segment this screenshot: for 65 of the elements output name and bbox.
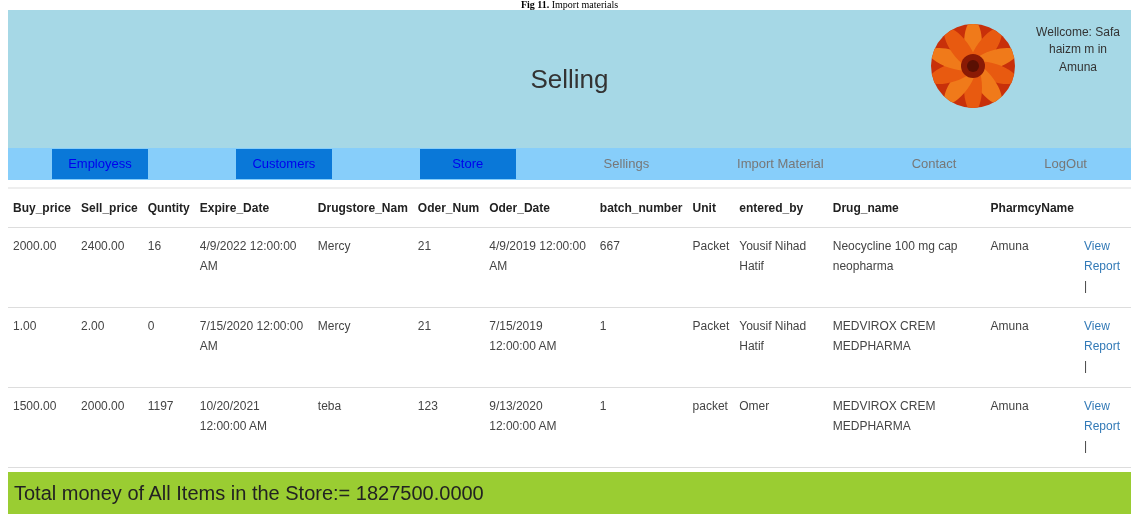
table-cell: 2000.00 — [13, 239, 57, 253]
column-header: entered_by — [734, 188, 828, 228]
table-cell: 1.00 — [13, 319, 37, 333]
nav-link[interactable]: Sellings — [603, 154, 650, 174]
table-cell: 9/13/2020 12:00:00 AM — [489, 399, 557, 433]
figure-caption: Fig 11. Import materials — [519, 0, 620, 10]
column-header: Oder_Num — [412, 188, 485, 228]
table-cell: MEDVIROX CREM MEDPHARMA — [832, 319, 936, 353]
table-cell: Packet — [692, 239, 730, 253]
table-cell: 1197 — [147, 399, 174, 413]
table-cell: Omer — [739, 399, 770, 413]
column-header: Drug_name — [827, 188, 986, 228]
total-money-bar: Total money of All Items in the Store:= 1827500.0000 — [8, 472, 1131, 514]
nav-button[interactable]: Employess — [51, 149, 148, 179]
view-report-link[interactable]: View Report — [1084, 396, 1131, 436]
column-header: Expire_Date — [194, 188, 313, 228]
table-cell: teba — [317, 399, 342, 413]
nav-link[interactable]: LogOut — [1044, 154, 1087, 174]
table-cell: packet — [692, 399, 728, 413]
table-cell: Neocycline 100 mg cap neopharma — [832, 239, 958, 273]
separator-text: | — [1084, 358, 1089, 375]
table-cell: 21 — [417, 239, 432, 253]
column-header: Buy_price — [8, 188, 77, 228]
table-cell: 1 — [599, 399, 607, 413]
table-cell: 4/9/2019 12:00:00 AM — [489, 239, 586, 273]
nav-button[interactable]: Store — [419, 149, 516, 179]
table-cell: MEDVIROX CREM MEDPHARMA — [832, 399, 936, 433]
column-header: batch_number — [594, 188, 688, 228]
column-header: Unit — [687, 188, 735, 228]
table-cell: 2400.00 — [81, 239, 125, 253]
column-header: Drugstore_Nam — [312, 188, 413, 228]
table-cell: Mercy — [317, 239, 351, 253]
table-cell: Packet — [692, 319, 730, 333]
column-header: Oder_Date — [484, 188, 595, 228]
table-cell: 123 — [417, 399, 438, 413]
table-cell: 7/15/2019 12:00:00 AM — [489, 319, 557, 353]
nav-button[interactable]: Customers — [235, 149, 332, 179]
table-cell: Yousif Nihad Hatif — [739, 319, 807, 353]
table-cell: Mercy — [317, 319, 351, 333]
table-cell: 1 — [599, 319, 607, 333]
table-cell: 0 — [147, 319, 155, 333]
table-cell: 7/15/2020 12:00:00 AM — [199, 319, 304, 353]
welcome-text: Wellcome: Safa haizm m in Amuna — [1035, 24, 1121, 76]
table-cell: 21 — [417, 319, 432, 333]
view-report-link[interactable]: View Report — [1084, 316, 1131, 356]
separator-text: | — [1084, 278, 1089, 295]
nav-link[interactable]: Import Material — [737, 154, 824, 174]
view-report-link[interactable]: View Report — [1084, 236, 1131, 276]
nav-link[interactable]: Contact — [911, 154, 957, 174]
table-cell: 4/9/2022 12:00:00 AM — [199, 239, 297, 273]
table-cell: 667 — [599, 239, 620, 253]
table-cell: Amuna — [990, 399, 1029, 413]
column-header: Sell_price — [76, 188, 143, 228]
column-header: Quntity — [142, 188, 195, 228]
table-cell: Amuna — [990, 239, 1029, 253]
table-cell: 2000.00 — [81, 399, 125, 413]
table-cell: 16 — [147, 239, 162, 253]
table-cell: 10/20/2021 12:00:00 AM — [199, 399, 268, 433]
column-header: PharmcyName — [985, 188, 1079, 228]
table-cell: 2.00 — [81, 319, 105, 333]
table-cell: Yousif Nihad Hatif — [739, 239, 807, 273]
table-cell: Amuna — [990, 319, 1029, 333]
page-title: Selling — [530, 62, 609, 96]
separator-text: | — [1084, 438, 1089, 455]
table-cell: 1500.00 — [13, 399, 57, 413]
